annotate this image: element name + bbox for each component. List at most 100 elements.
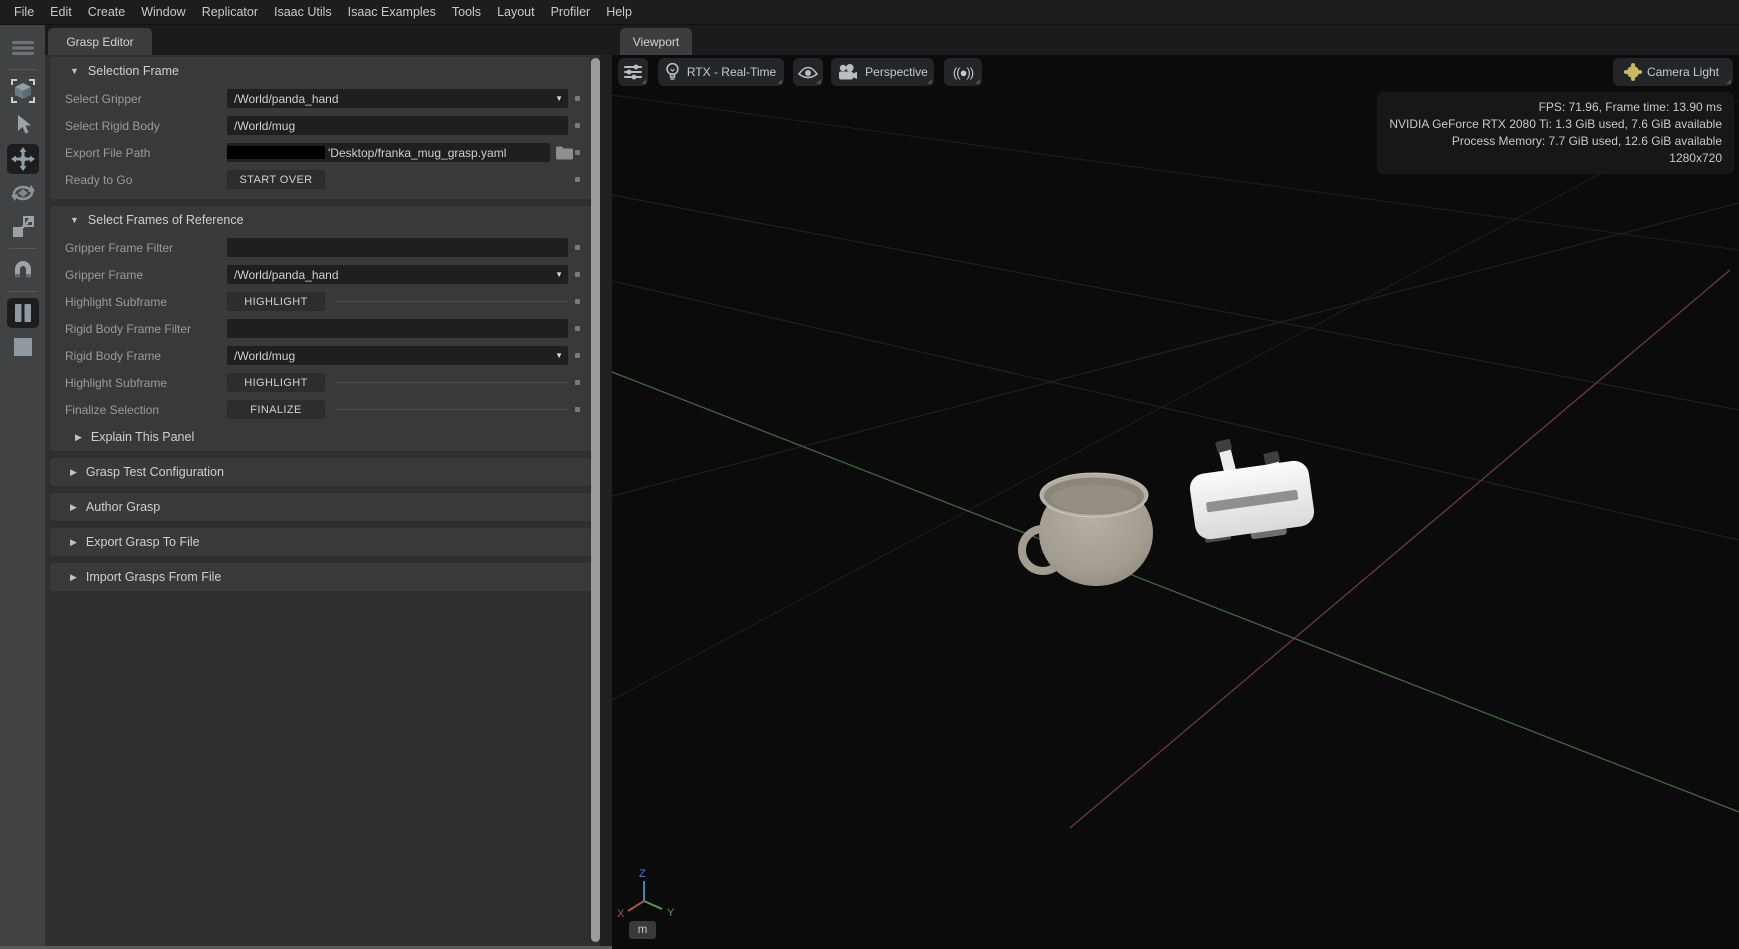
- visibility-button[interactable]: [793, 58, 823, 86]
- reset-indicator[interactable]: [575, 380, 580, 385]
- select-gripper-dropdown[interactable]: /World/panda_hand: [227, 89, 568, 108]
- section-export-grasp-to-file[interactable]: ▶ Export Grasp To File: [50, 528, 592, 556]
- panel-splitter[interactable]: [600, 55, 612, 949]
- caret-right-icon: ▶: [70, 572, 77, 583]
- menu-edit[interactable]: Edit: [42, 5, 80, 19]
- row-highlight-subframe-gripper: Highlight Subframe HIGHLIGHT: [50, 288, 592, 315]
- section-title: Select Frames of Reference: [88, 213, 244, 227]
- row-gripper-frame: Gripper Frame /World/panda_hand ▼: [50, 261, 592, 288]
- panel-scrollbar[interactable]: [591, 58, 600, 942]
- tab-viewport-label: Viewport: [633, 35, 679, 49]
- menu-tools[interactable]: Tools: [444, 5, 489, 19]
- row-divider-line: [335, 301, 568, 302]
- highlight-button[interactable]: HIGHLIGHT: [227, 373, 325, 392]
- tab-strip: Grasp Editor Viewport: [45, 25, 1739, 55]
- snap-magnet-icon[interactable]: [7, 255, 39, 285]
- tab-grasp-editor[interactable]: Grasp Editor: [48, 28, 152, 55]
- menu-layout[interactable]: Layout: [489, 5, 543, 19]
- field-label: Gripper Frame Filter: [65, 241, 227, 255]
- menu-bar: File Edit Create Window Replicator Isaac…: [0, 0, 1739, 25]
- camera-light-button[interactable]: Camera Light: [1613, 58, 1733, 86]
- capture-icon: ((●)): [953, 65, 973, 80]
- reset-indicator[interactable]: [575, 353, 580, 358]
- menu-profiler[interactable]: Profiler: [543, 5, 599, 19]
- rotate-tool-icon[interactable]: [7, 178, 39, 208]
- section-title: Grasp Test Configuration: [86, 465, 224, 479]
- field-label: Select Gripper: [65, 92, 227, 106]
- tab-viewport[interactable]: Viewport: [620, 28, 692, 55]
- stop-button-icon[interactable]: [7, 332, 39, 362]
- mug-object[interactable]: [1022, 473, 1153, 586]
- section-header-selection-frame[interactable]: ▼ Selection Frame: [50, 57, 592, 85]
- move-tool-icon[interactable]: [7, 144, 39, 174]
- explain-this-panel-toggle[interactable]: ▶ Explain This Panel: [50, 423, 592, 451]
- section-header-frames-of-reference[interactable]: ▼ Select Frames of Reference: [50, 206, 592, 234]
- field-label: Rigid Body Frame Filter: [65, 322, 227, 336]
- reset-indicator[interactable]: [575, 123, 580, 128]
- panda-gripper-object[interactable]: [1188, 439, 1317, 547]
- caret-right-icon: ▶: [75, 432, 82, 443]
- reset-indicator[interactable]: [575, 272, 580, 277]
- caret-right-icon: ▶: [70, 467, 77, 478]
- viewport-settings-button[interactable]: [618, 58, 648, 86]
- section-grasp-test-configuration[interactable]: ▶ Grasp Test Configuration: [50, 458, 592, 486]
- row-rigid-body-frame: Rigid Body Frame /World/mug ▼: [50, 342, 592, 369]
- axis-x-label: X: [617, 908, 625, 920]
- gripper-frame-dropdown[interactable]: /World/panda_hand: [227, 265, 568, 284]
- reset-indicator[interactable]: [575, 177, 580, 182]
- renderer-mode-label: RTX - Real-Time: [687, 65, 776, 79]
- scale-tool-icon[interactable]: [7, 212, 39, 242]
- section-title: Selection Frame: [88, 64, 179, 78]
- export-file-path-field[interactable]: 'Desktop/franka_mug_grasp.yaml: [227, 143, 550, 162]
- select-mode-icon[interactable]: [7, 76, 39, 106]
- reset-indicator[interactable]: [575, 96, 580, 101]
- menu-isaac-utils[interactable]: Isaac Utils: [266, 5, 340, 19]
- menu-file[interactable]: File: [6, 5, 42, 19]
- scene-3d[interactable]: Z X Y: [612, 55, 1739, 949]
- reset-indicator[interactable]: [575, 150, 580, 155]
- x-axis-line-red: [1070, 270, 1730, 828]
- finalize-button[interactable]: FINALIZE: [227, 400, 325, 419]
- y-axis-line-green: [612, 372, 1739, 812]
- menu-create[interactable]: Create: [80, 5, 134, 19]
- capture-button[interactable]: ((●)): [944, 58, 982, 86]
- field-label: Ready to Go: [65, 173, 227, 187]
- row-ready-to-go: Ready to Go START OVER: [50, 166, 592, 193]
- highlight-button[interactable]: HIGHLIGHT: [227, 292, 325, 311]
- field-label: Highlight Subframe: [65, 295, 227, 309]
- folder-browse-icon[interactable]: [556, 146, 573, 160]
- field-label: Rigid Body Frame: [65, 349, 227, 363]
- reset-indicator[interactable]: [575, 299, 580, 304]
- reset-indicator[interactable]: [575, 407, 580, 412]
- field-label: Gripper Frame: [65, 268, 227, 282]
- section-author-grasp[interactable]: ▶ Author Grasp: [50, 493, 592, 521]
- reset-indicator[interactable]: [575, 326, 580, 331]
- section-title: Author Grasp: [86, 500, 160, 514]
- row-export-file-path: Export File Path 'Desktop/franka_mug_gra…: [50, 139, 592, 166]
- viewport-canvas[interactable]: Z X Y RTX - Real-Time: [612, 55, 1739, 949]
- rigid-body-frame-dropdown[interactable]: /World/mug: [227, 346, 568, 365]
- select-tool-icon[interactable]: [7, 110, 39, 140]
- stats-fps: FPS: 71.96, Frame time: 13.90 ms: [1389, 99, 1722, 116]
- menu-help[interactable]: Help: [598, 5, 640, 19]
- pause-button-icon[interactable]: [7, 298, 39, 328]
- menu-isaac-examples[interactable]: Isaac Examples: [340, 5, 444, 19]
- rigid-body-frame-filter-input[interactable]: [227, 319, 568, 338]
- start-over-button[interactable]: START OVER: [227, 170, 325, 189]
- section-frames-of-reference: ▼ Select Frames of Reference Gripper Fra…: [50, 206, 592, 451]
- tab-grasp-editor-label: Grasp Editor: [66, 35, 133, 49]
- caret-right-icon: ▶: [70, 502, 77, 513]
- row-divider-line: [335, 409, 568, 410]
- hamburger-menu-icon[interactable]: [7, 33, 39, 63]
- reset-indicator[interactable]: [575, 245, 580, 250]
- row-select-gripper: Select Gripper /World/panda_hand ▼: [50, 85, 592, 112]
- section-import-grasps-from-file[interactable]: ▶ Import Grasps From File: [50, 563, 592, 591]
- menu-window[interactable]: Window: [133, 5, 193, 19]
- gripper-frame-filter-input[interactable]: [227, 238, 568, 257]
- renderer-mode-button[interactable]: RTX - Real-Time: [658, 58, 784, 86]
- menu-replicator[interactable]: Replicator: [194, 5, 266, 19]
- camera-mode-button[interactable]: Perspective: [831, 58, 934, 86]
- select-rigid-body-field[interactable]: /World/mug: [227, 116, 568, 135]
- stats-gpu-memory: NVIDIA GeForce RTX 2080 Ti: 1.3 GiB used…: [1389, 116, 1722, 133]
- light-icon: [1627, 66, 1639, 78]
